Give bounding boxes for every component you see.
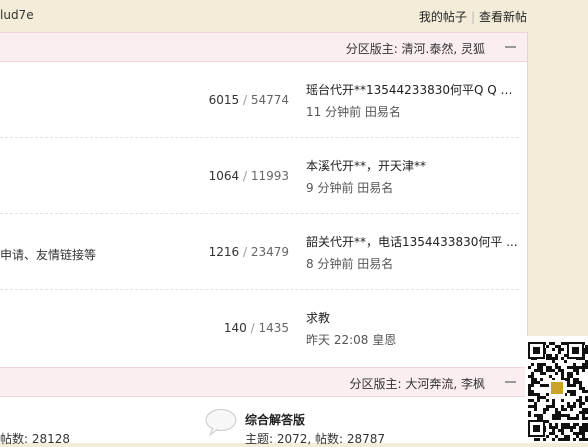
last-post-title[interactable]: 本溪代开**，开天津** <box>306 157 518 174</box>
forum-board: 分区版主: 清河.泰然, 灵狐 6015 / 54774 瑶台代开**13544… <box>0 32 528 446</box>
link-separator: | <box>470 10 475 24</box>
forum-description: 申请、友情链接等 <box>0 248 97 262</box>
forum-row: 帖数: 28128 综合解答版 主题: 2072, 帖数: 28787 <box>0 398 527 446</box>
stats-separator: / <box>242 245 247 259</box>
my-posts-link[interactable]: 我的帖子 <box>419 10 467 24</box>
last-post-meta: 8 分钟前 田易名 <box>306 255 518 272</box>
post-count: 23479 <box>250 245 289 259</box>
thread-count: 1064 <box>208 169 240 183</box>
last-post-user[interactable]: 田易名 <box>357 181 393 195</box>
last-post-meta: 昨天 22:08 皇恩 <box>306 331 518 348</box>
category-header: 分区版主: 大河奔流, 李枫 <box>0 367 527 397</box>
thread-count: 140 <box>223 321 247 335</box>
last-post-user[interactable]: 皇恩 <box>372 333 396 347</box>
forum-name[interactable]: 综合解答版 <box>245 411 305 428</box>
stats-separator: / <box>242 169 247 183</box>
last-post: 瑶台代开**13544233830何平Q Q 1 ... 11 分钟前 田易名 <box>306 81 518 120</box>
category-moderators: 分区版主: 大河奔流, 李枫 <box>349 377 486 391</box>
forum-row: 140 / 1435 求教 昨天 22:08 皇恩 <box>0 290 527 366</box>
forum-stats: 6015 / 54774 <box>149 93 289 107</box>
forum-counts: 主题: 2072, 帖数: 28787 <box>245 432 386 446</box>
qr-code <box>525 336 588 443</box>
stats-separator: / <box>250 321 255 335</box>
forum-row: 6015 / 54774 瑶台代开**13544233830何平Q Q 1 ..… <box>0 62 527 138</box>
collapse-icon[interactable] <box>505 46 516 48</box>
last-post-title[interactable]: 韶关代开**，电话1354433830何平 ... <box>306 233 518 250</box>
forum-stats: 1064 / 11993 <box>149 169 289 183</box>
forum-row: 1064 / 11993 本溪代开**，开天津** 9 分钟前 田易名 <box>0 138 527 214</box>
last-post: 本溪代开**，开天津** 9 分钟前 田易名 <box>306 157 518 196</box>
qr-code-icon <box>528 342 588 441</box>
forum-bubble-icon <box>205 409 237 436</box>
last-post-time[interactable]: 9 分钟前 <box>306 181 353 195</box>
last-post-meta: 9 分钟前 田易名 <box>306 179 518 196</box>
top-links: 我的帖子 | 查看新帖 <box>419 8 527 25</box>
forum-row: 申请、友情链接等 1216 / 23479 韶关代开**，电话135443383… <box>0 214 527 290</box>
forum-post-count: 帖数: 28128 <box>0 432 71 446</box>
post-count: 11993 <box>250 169 289 183</box>
post-count: 54774 <box>250 93 289 107</box>
last-post-user[interactable]: 田易名 <box>357 257 393 271</box>
username[interactable]: lud7e <box>0 8 34 22</box>
top-bar: lud7e 我的帖子 | 查看新帖 <box>0 0 588 32</box>
last-post-title[interactable]: 求教 <box>306 309 518 326</box>
view-new-posts-link[interactable]: 查看新帖 <box>479 10 527 24</box>
last-post-meta: 11 分钟前 田易名 <box>306 103 518 120</box>
forum-stats: 1216 / 23479 <box>149 245 289 259</box>
collapse-icon[interactable] <box>505 381 516 383</box>
last-post-time[interactable]: 8 分钟前 <box>306 257 353 271</box>
stats-separator: / <box>242 93 247 107</box>
last-post-user[interactable]: 田易名 <box>365 105 401 119</box>
category-header: 分区版主: 清河.泰然, 灵狐 <box>0 32 527 62</box>
last-post: 求教 昨天 22:08 皇恩 <box>306 309 518 348</box>
last-post-time[interactable]: 11 分钟前 <box>306 105 361 119</box>
thread-count: 1216 <box>208 245 240 259</box>
post-count: 1435 <box>258 321 289 335</box>
forum-stats: 140 / 1435 <box>149 321 289 335</box>
last-post-title[interactable]: 瑶台代开**13544233830何平Q Q 1 ... <box>306 81 518 98</box>
thread-count: 6015 <box>208 93 240 107</box>
category-moderators: 分区版主: 清河.泰然, 灵狐 <box>345 42 485 56</box>
last-post-time[interactable]: 昨天 22:08 <box>306 333 368 347</box>
last-post: 韶关代开**，电话1354433830何平 ... 8 分钟前 田易名 <box>306 233 518 272</box>
